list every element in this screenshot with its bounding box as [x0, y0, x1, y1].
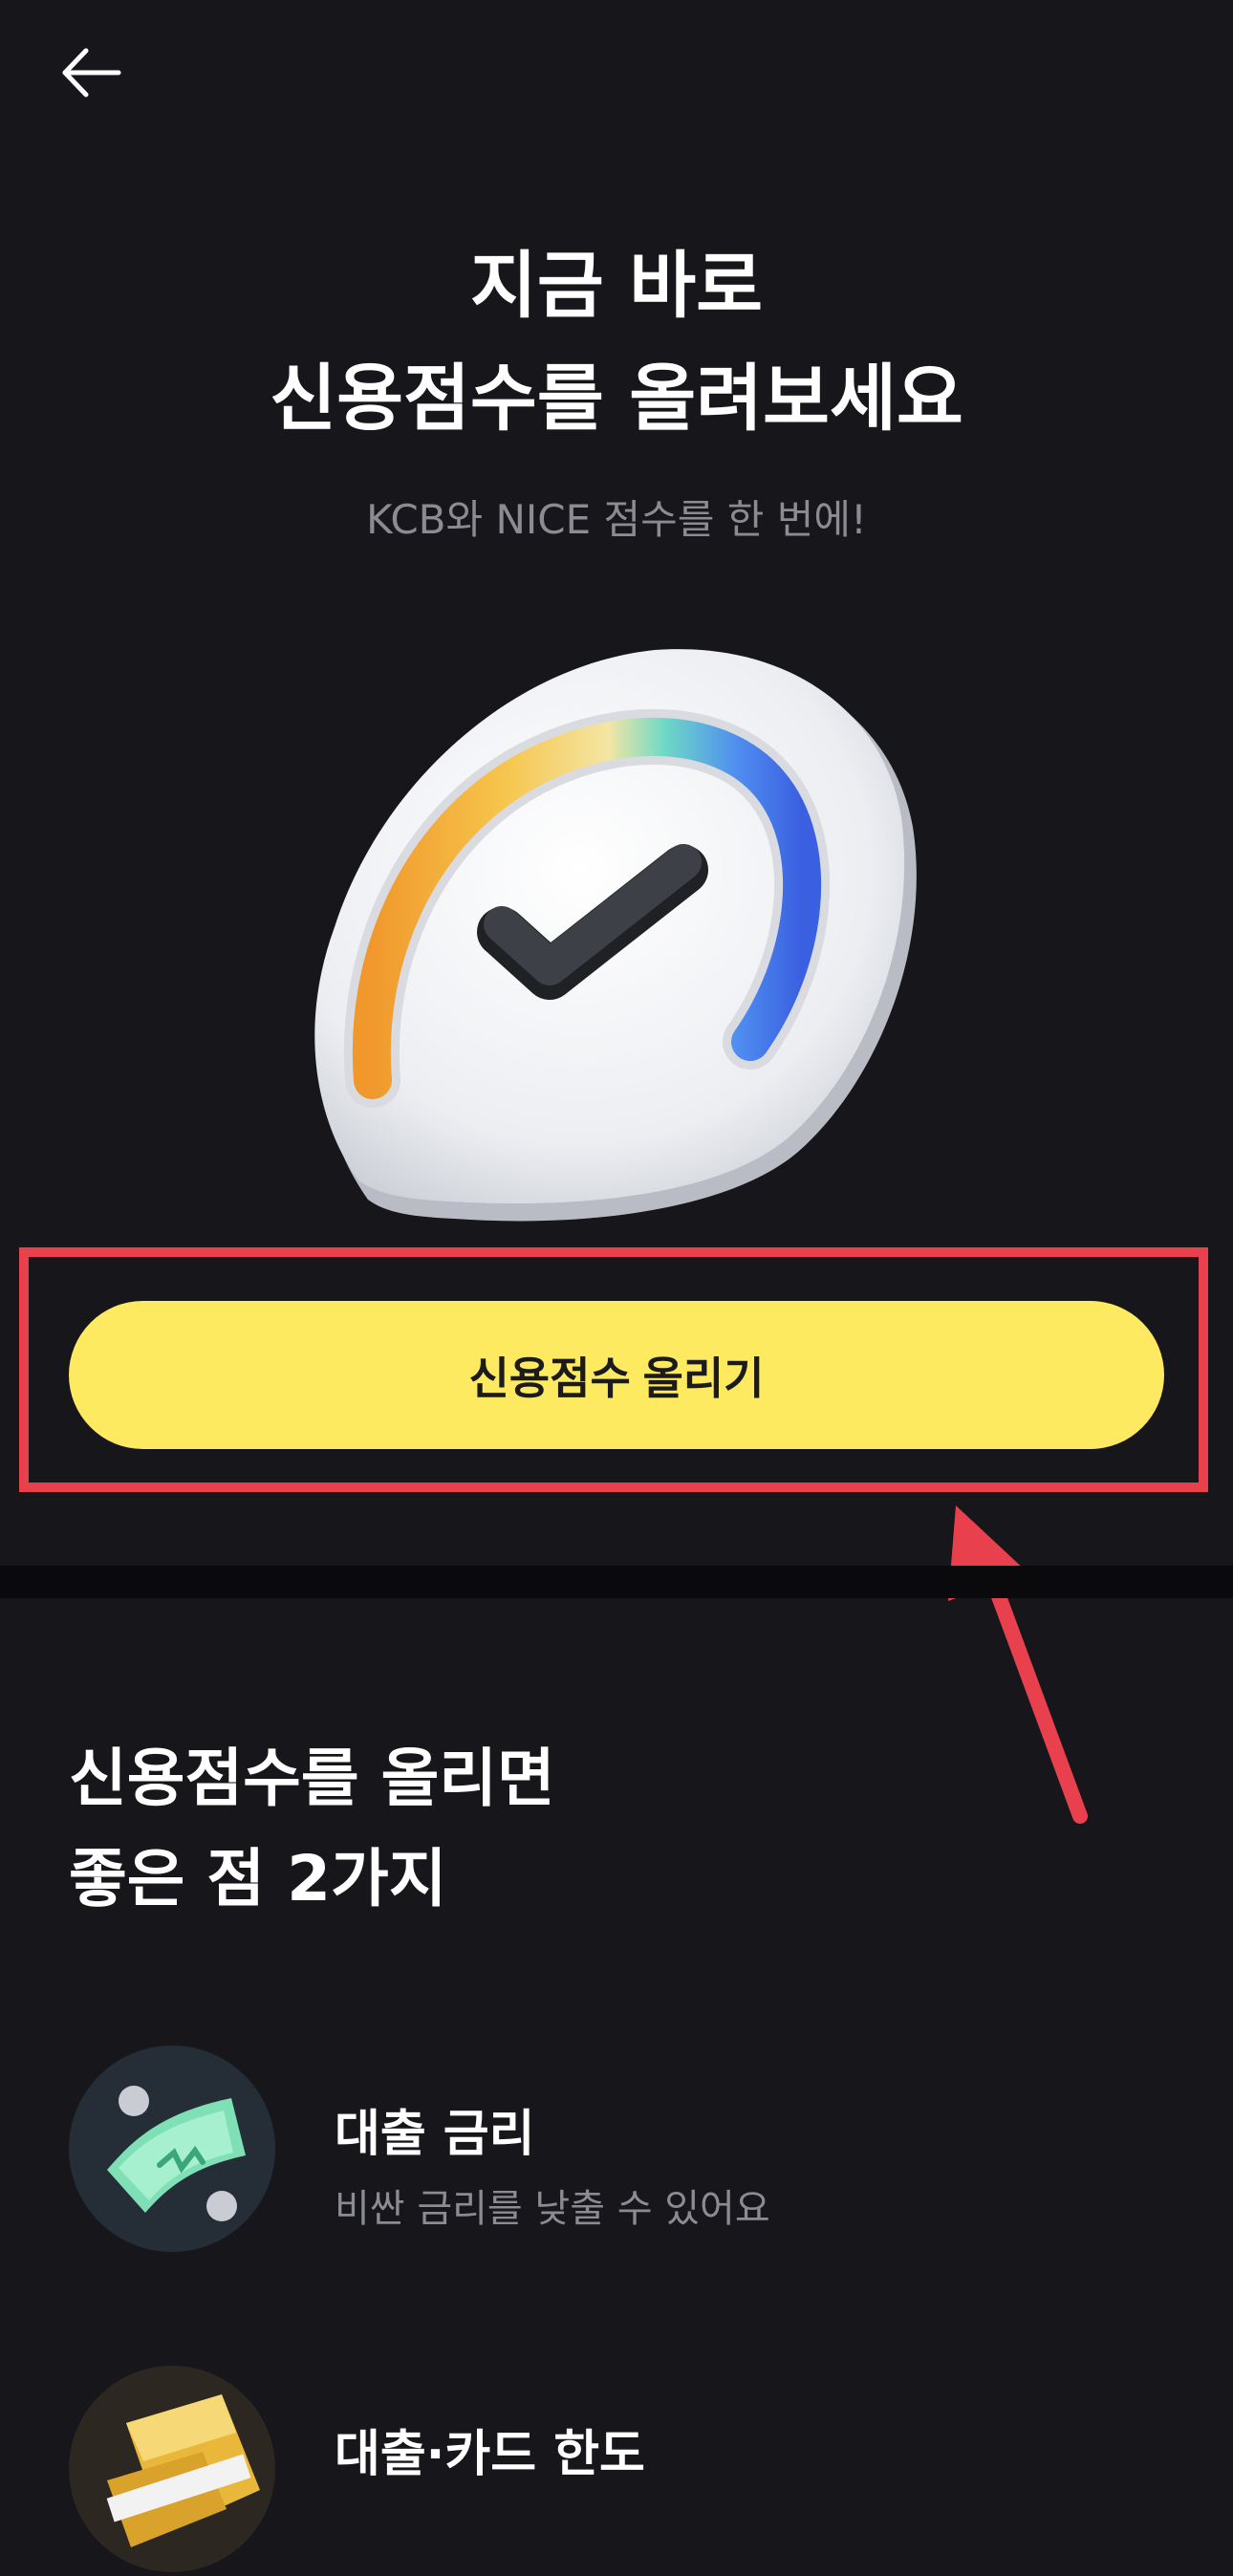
- annotation-arrow-icon: [948, 1505, 1088, 1824]
- hero-subtitle: KCB와 NICE 점수를 한 번에!: [366, 496, 867, 543]
- gold-bar-icon: [69, 2366, 275, 2572]
- benefit-title: 대출·카드 한도: [335, 2426, 645, 2483]
- money-bill-icon: [69, 2046, 275, 2252]
- benefit-item-loan-rate: 대출 금리 비싼 금리를 낮출 수 있어요: [69, 2046, 1168, 2256]
- arrow-left-icon: [62, 48, 121, 97]
- hero-title: 지금 바로 신용점수를 올려보세요: [0, 229, 1233, 455]
- hero-title-line1: 지금 바로: [469, 243, 764, 328]
- benefits-heading: 신용점수를 올리면 좋은 점 2가지: [69, 1728, 555, 1929]
- hero-title-line2: 신용점수를 올려보세요: [270, 356, 963, 441]
- benefit-description: 비싼 금리를 낮출 수 있어요: [335, 2187, 770, 2231]
- benefit-item-loan-card-limit: 대출·카드 한도: [69, 2366, 1168, 2576]
- benefit-title: 대출 금리: [335, 2106, 535, 2163]
- raise-credit-score-button[interactable]: 신용점수 올리기: [69, 1301, 1164, 1449]
- back-button[interactable]: [54, 36, 130, 113]
- benefits-heading-line1: 신용점수를 올리면: [69, 1742, 555, 1815]
- credit-gauge-check-icon: [301, 636, 932, 1228]
- section-divider: [0, 1566, 1233, 1598]
- benefits-heading-line2: 좋은 점 2가지: [69, 1842, 447, 1916]
